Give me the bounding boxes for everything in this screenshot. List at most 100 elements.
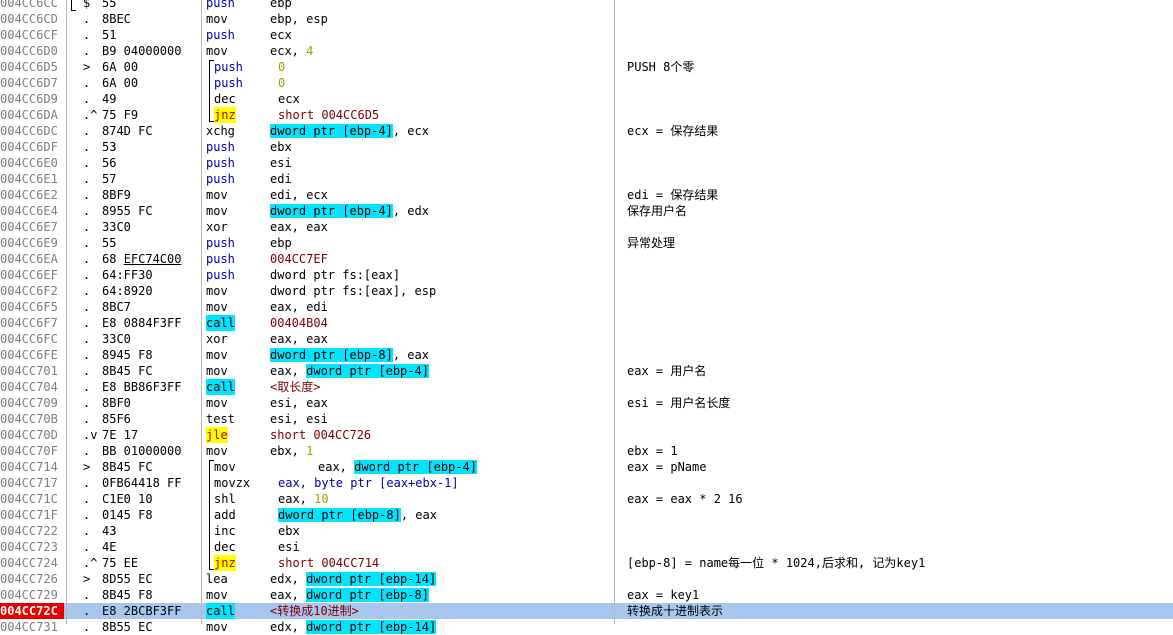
hex-dump-cell[interactable]: B9 04000000 [102, 43, 202, 59]
comment-cell[interactable]: 异常处理 [627, 235, 675, 251]
hex-dump-cell[interactable]: 56 [102, 155, 202, 171]
disasm-row[interactable]: 004CC717. 0FB64418 FF movzx eax, byte ptr [… [0, 475, 1173, 491]
operands[interactable]: edi [270, 171, 292, 187]
address-cell[interactable]: 004CC6E7 [0, 219, 64, 235]
comment-cell[interactable]: esi = 用户名长度 [627, 395, 730, 411]
operands[interactable]: eax, edi [270, 299, 328, 315]
address-cell[interactable]: 004CC6CF [0, 27, 64, 43]
address-cell[interactable]: 004CC6F2 [0, 283, 64, 299]
mnemonic[interactable]: call [206, 379, 235, 395]
disasm-row[interactable]: 004CC6D9. 49 dec ecx [0, 91, 1173, 107]
disasm-row[interactable]: 004CC6DC. 874D FC xchg dword ptr [ebp-4], e… [0, 123, 1173, 139]
hex-dump-cell[interactable]: BB 01000000 [102, 443, 202, 459]
hex-dump-cell[interactable]: 33C0 [102, 331, 202, 347]
disasm-row[interactable]: 004CC6E0. 56 push esi [0, 155, 1173, 171]
operands[interactable]: esi [270, 155, 292, 171]
address-cell[interactable]: 004CC722 [0, 523, 64, 539]
address-cell[interactable]: 004CC70D [0, 427, 64, 443]
operands[interactable]: 0 [278, 59, 285, 75]
address-cell[interactable]: 004CC72C [0, 603, 64, 619]
mnemonic[interactable]: push [206, 171, 235, 187]
hex-dump-cell[interactable]: E8 0884F3FF [102, 315, 202, 331]
address-cell[interactable]: 004CC6E4 [0, 203, 64, 219]
disasm-row[interactable]: 004CC6D0. B9 04000000 mov ecx, 4 [0, 43, 1173, 59]
mnemonic[interactable]: test [206, 411, 235, 427]
hex-dump-cell[interactable]: 64:8920 [102, 283, 202, 299]
mnemonic[interactable]: add [214, 507, 236, 523]
disasm-row[interactable]: 004CC6DA .^ 75 F9 jnz short 004CC6D5 [0, 107, 1173, 123]
mnemonic[interactable]: call [206, 315, 235, 331]
operands[interactable]: <转换成10进制> [270, 603, 359, 619]
operands[interactable]: eax, 10 [278, 491, 329, 507]
address-cell[interactable]: 004CC6DC [0, 123, 64, 139]
disasm-row[interactable]: 004CC6DF. 53 push ebx [0, 139, 1173, 155]
disasm-row[interactable]: 004CC6E1. 57 push edi [0, 171, 1173, 187]
mnemonic[interactable]: lea [206, 571, 228, 587]
address-cell[interactable]: 004CC704 [0, 379, 64, 395]
address-cell[interactable]: 004CC70B [0, 411, 64, 427]
mnemonic[interactable]: push [206, 251, 235, 267]
disasm-row[interactable]: 004CC6EA. 68 EFC74C00 push 004CC7EF [0, 251, 1173, 267]
disasm-row[interactable]: 004CC70F. BB 01000000 mov ebx, 1 ebx = 1 [0, 443, 1173, 459]
hex-dump-cell[interactable]: 57 [102, 171, 202, 187]
address-cell[interactable]: 004CC724 [0, 555, 64, 571]
disasm-row[interactable]: 004CC6CF. 51 push ecx [0, 27, 1173, 43]
address-cell[interactable]: 004CC6EF [0, 267, 64, 283]
comment-cell[interactable]: 转换成十进制表示 [627, 603, 723, 619]
comment-cell[interactable]: eax = key1 [627, 587, 699, 603]
address-cell[interactable]: 004CC723 [0, 539, 64, 555]
operands[interactable]: short 004CC726 [270, 427, 371, 443]
hex-dump-cell[interactable]: C1E0 10 [102, 491, 202, 507]
disasm-row[interactable]: 004CC6FE. 8945 F8 mov dword ptr [ebp-8], ea… [0, 347, 1173, 363]
operands[interactable]: 00404B04 [270, 315, 328, 331]
hex-dump-cell[interactable]: 0145 F8 [102, 507, 202, 523]
operands[interactable]: edx, dword ptr [ebp-14] [270, 571, 437, 587]
mnemonic[interactable]: movzx [214, 475, 250, 491]
operands[interactable]: ebp [270, 235, 292, 251]
mnemonic[interactable]: mov [206, 619, 228, 635]
disasm-row[interactable]: 004CC701. 8B45 FC mov eax, dword ptr [ebp-4… [0, 363, 1173, 379]
address-cell[interactable]: 004CC6FC [0, 331, 64, 347]
hex-dump-cell[interactable]: E8 BB86F3FF [102, 379, 202, 395]
column-divider-address[interactable] [66, 0, 67, 624]
mnemonic[interactable]: mov [206, 363, 228, 379]
disasm-row[interactable]: 004CC729. 8B45 F8 mov eax, dword ptr [ebp-8… [0, 587, 1173, 603]
operands[interactable]: ebx, 1 [270, 443, 313, 459]
hex-dump-cell[interactable]: 68 EFC74C00 [102, 251, 202, 267]
hex-dump-cell[interactable]: 53 [102, 139, 202, 155]
address-cell[interactable]: 004CC6E9 [0, 235, 64, 251]
hex-dump-cell[interactable]: 75 F9 [102, 107, 202, 123]
operands[interactable]: short 004CC6D5 [278, 107, 379, 123]
hex-dump-cell[interactable]: 33C0 [102, 219, 202, 235]
mnemonic[interactable]: push [206, 267, 235, 283]
disasm-row[interactable]: 004CC6CD. 8BEC mov ebp, esp [0, 11, 1173, 27]
disasm-row[interactable]: 004CC6D5 >6A 00 push 0 PUSH 8个零 [0, 59, 1173, 75]
disasm-row[interactable]: 004CC714 >8B45 FC mov eax, dword ptr [ebp-4… [0, 459, 1173, 475]
address-cell[interactable]: 004CC6DF [0, 139, 64, 155]
hex-dump-cell[interactable]: 43 [102, 523, 202, 539]
disasm-row[interactable]: 004CC709. 8BF0 mov esi, eax esi = 用户名长度 [0, 395, 1173, 411]
address-cell[interactable]: 004CC714 [0, 459, 64, 475]
operands[interactable]: dword ptr [ebp-4], ecx [270, 123, 429, 139]
hex-dump-cell[interactable]: 8B55 EC [102, 619, 202, 635]
mnemonic[interactable]: push [206, 139, 235, 155]
hex-dump-cell[interactable]: 55 [102, 235, 202, 251]
disasm-row[interactable]: 004CC6E7. 33C0 xor eax, eax [0, 219, 1173, 235]
hex-dump-cell[interactable]: 7E 17 [102, 427, 202, 443]
address-cell[interactable]: 004CC6CD [0, 11, 64, 27]
mnemonic[interactable]: push [206, 0, 235, 11]
operands[interactable]: ebp [270, 0, 292, 11]
mnemonic[interactable]: mov [206, 395, 228, 411]
operands[interactable]: ecx [278, 91, 300, 107]
mnemonic[interactable]: mov [206, 11, 228, 27]
disasm-row[interactable]: 004CC6F5. 8BC7 mov eax, edi [0, 299, 1173, 315]
column-divider-hex[interactable] [201, 0, 202, 624]
operands[interactable]: dword ptr fs:[eax] [270, 267, 400, 283]
disasm-row[interactable]: 004CC6D7. 6A 00 push 0 [0, 75, 1173, 91]
address-cell[interactable]: 004CC71C [0, 491, 64, 507]
address-cell[interactable]: 004CC717 [0, 475, 64, 491]
address-cell[interactable]: 004CC6F7 [0, 315, 64, 331]
disasm-row[interactable]: 004CC6E2. 8BF9 mov edi, ecx edi = 保存结果 [0, 187, 1173, 203]
operands[interactable]: edi, ecx [270, 187, 328, 203]
hex-dump-cell[interactable]: 6A 00 [102, 59, 202, 75]
